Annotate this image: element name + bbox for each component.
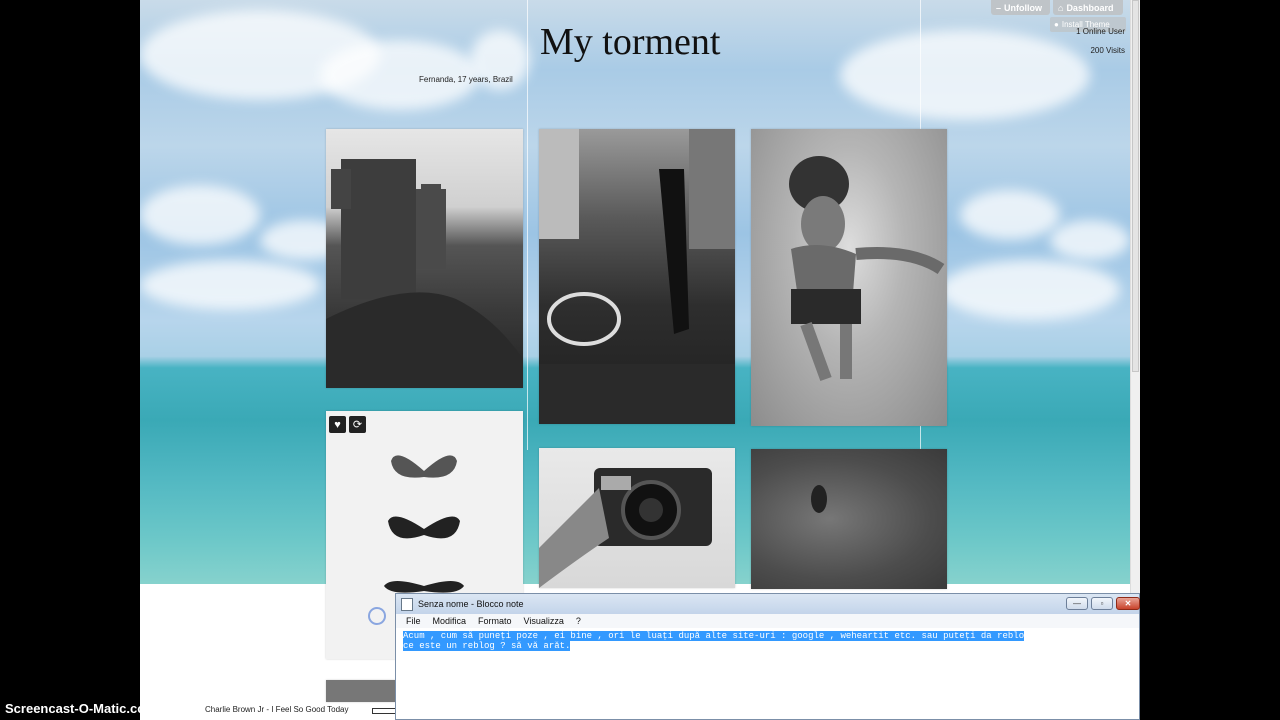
online-users: 1 Online User <box>1076 27 1125 36</box>
camera-photo[interactable] <box>539 448 735 588</box>
menu-file[interactable]: File <box>406 616 421 626</box>
watermark-logo: Screencast-O-Matic.com <box>5 701 157 716</box>
menu-formato[interactable]: Formato <box>478 616 512 626</box>
menu-visualizza[interactable]: Visualizza <box>524 616 564 626</box>
menu-modifica[interactable]: Modifica <box>433 616 467 626</box>
menu-help[interactable]: ? <box>576 616 581 626</box>
cursor-highlight <box>368 607 386 625</box>
water-photo[interactable] <box>751 449 947 589</box>
swimmer-photo[interactable] <box>751 129 947 426</box>
notepad-titlebar[interactable]: Senza nome - Blocco note — ▫ ✕ <box>396 594 1140 614</box>
guide-line <box>527 0 528 450</box>
home-icon: ⌂ <box>1058 2 1064 13</box>
notepad-title: Senza nome - Blocco note <box>418 599 524 609</box>
blog-title: My torment <box>540 21 721 63</box>
blog-subtitle: Fernanda, 17 years, Brazil <box>419 75 513 84</box>
maximize-button[interactable]: ▫ <box>1091 597 1113 610</box>
notepad-icon <box>401 597 413 611</box>
plus-icon: ● <box>1054 20 1059 29</box>
castle-photo[interactable] <box>326 129 523 388</box>
notepad-text-area[interactable]: Acum , cum să puneți poze , ei bine , or… <box>396 628 1139 654</box>
music-progress-bar[interactable] <box>372 708 396 714</box>
notepad-window[interactable]: Senza nome - Blocco note — ▫ ✕ File Modi… <box>395 593 1140 720</box>
minimize-button[interactable]: — <box>1066 597 1088 610</box>
like-icon[interactable]: ♥ <box>329 416 346 433</box>
scrollbar-thumb[interactable] <box>1132 0 1139 372</box>
close-button[interactable]: ✕ <box>1116 597 1140 610</box>
next-photo[interactable] <box>326 680 396 702</box>
selected-text-line: ce este un reblog ? să vă arăt. <box>403 641 571 651</box>
music-player-track[interactable]: Charlie Brown Jr - I Feel So Good Today <box>205 705 348 714</box>
reblog-icon[interactable]: ⟳ <box>349 416 366 433</box>
unfollow-button[interactable]: – Unfollow <box>991 0 1050 15</box>
notepad-menubar: File Modifica Formato Visualizza ? <box>396 614 1139 628</box>
dashboard-button[interactable]: ⌂ Dashboard <box>1053 0 1123 15</box>
selected-text-line: Acum , cum să puneți poze , ei bine , or… <box>403 631 1025 641</box>
car-photo[interactable] <box>539 129 735 424</box>
minus-icon: – <box>996 2 1002 13</box>
visits-count: 200 Visits <box>1090 46 1125 55</box>
